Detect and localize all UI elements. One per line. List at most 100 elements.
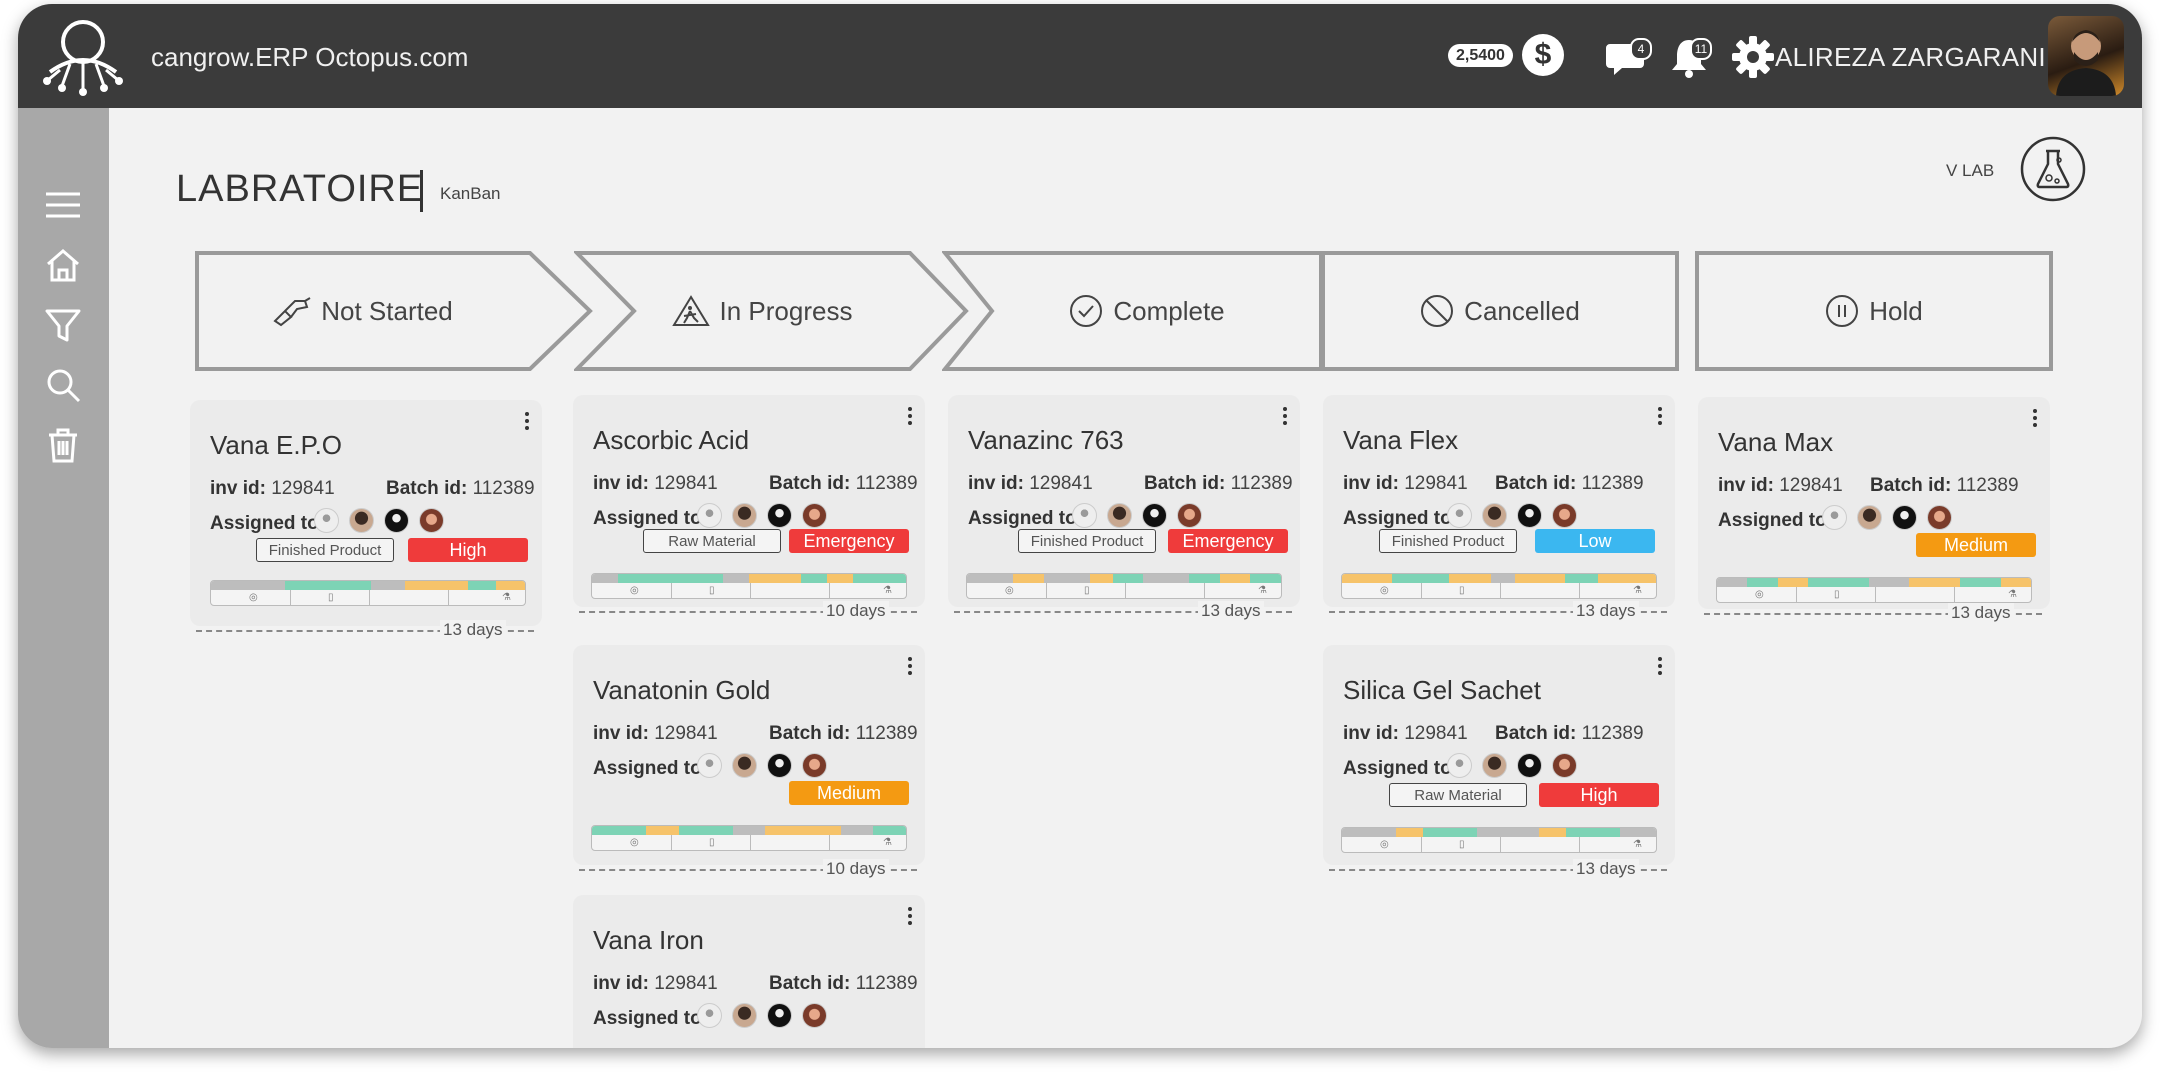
assignee-avatar[interactable] [802,753,827,778]
batch-id-label: Batch id: [1495,723,1577,744]
stage-progress-bar[interactable]: ◎ ▯ ⚗ [591,825,907,851]
assigned-label: Assigned to: [1718,510,1834,531]
inv-id-label: inv id: [210,478,266,499]
stage-progress-bar[interactable]: ◎ ▯ ⚗ [1716,577,2032,603]
search-icon[interactable] [42,364,84,406]
assignee-avatar[interactable] [1892,505,1917,530]
stage-progress-bar[interactable]: ◎ ▯ ⚗ [591,573,907,599]
assignee-avatar[interactable] [767,753,792,778]
stage-marker-icon: ▯ [709,585,715,596]
assignee-avatar[interactable] [419,508,444,533]
dollar-icon[interactable]: $ [1522,34,1564,76]
assignee-avatar[interactable] [1482,503,1507,528]
card-menu-icon[interactable] [1282,407,1288,429]
assignee-avatar[interactable] [384,508,409,533]
assignee-avatar[interactable] [802,503,827,528]
assignee-avatar[interactable] [697,753,722,778]
priority-tag[interactable]: High [408,538,528,562]
assignee-avatar[interactable] [802,1003,827,1028]
assignee-avatar[interactable] [1927,505,1952,530]
column-header-cancelled[interactable]: Cancelled [1320,250,1680,372]
assignee-avatar[interactable] [1447,503,1472,528]
stage-marker-icon: ▯ [709,837,715,848]
assignee-avatar[interactable] [1447,753,1472,778]
assignee-avatar[interactable] [1072,503,1097,528]
card-menu-icon[interactable] [524,412,530,434]
octopus-logo-icon[interactable] [40,14,126,100]
assignee-avatar[interactable] [697,1003,722,1028]
type-tag[interactable]: Raw Material [643,529,781,553]
assignee-avatar[interactable] [314,508,339,533]
column-header-not-started[interactable]: Not Started [194,250,594,372]
flask-icon[interactable] [2020,136,2086,202]
assignee-avatar[interactable] [1482,753,1507,778]
assignee-avatar[interactable] [1857,505,1882,530]
trash-icon[interactable] [42,424,84,466]
stage-progress-bar[interactable]: ◎ ▯ ⚗ [966,573,1282,599]
priority-tag[interactable]: Emergency [789,529,909,553]
card-menu-icon[interactable] [1657,407,1663,429]
kanban-card[interactable]: Ascorbic Acid inv id: 129841 Batch id: 112… [573,395,925,607]
inv-id-value: 129841 [271,478,335,499]
assignee-avatar[interactable] [767,503,792,528]
inv-id-label: inv id: [593,973,649,994]
stage-progress-bar[interactable]: ◎ ▯ ⚗ [210,580,526,606]
assignee-avatar[interactable] [1552,753,1577,778]
kanban-card[interactable]: Vana E.P.O inv id: 129841 Batch id: 112389… [190,400,542,626]
assignee-avatar[interactable] [349,508,374,533]
priority-tag[interactable]: Emergency [1168,529,1288,553]
assignee-avatar[interactable] [1552,503,1577,528]
user-name[interactable]: ALIREZA ZARGARANI [1775,42,2046,73]
kanban-card[interactable]: Vanazinc 763 inv id: 129841 Batch id: 1123… [948,395,1300,607]
column-header-complete[interactable]: Complete [942,250,1326,372]
assignee-avatar[interactable] [732,503,757,528]
inv-id: inv id: 129841 [593,473,718,495]
kanban-card[interactable]: Vana Iron inv id: 129841 Batch id: 112389 A… [573,895,925,1048]
home-icon[interactable] [42,244,84,286]
card-menu-icon[interactable] [907,907,913,929]
cancel-icon [1421,295,1454,327]
type-tag[interactable]: Raw Material [1389,783,1527,807]
priority-tag[interactable]: High [1539,783,1659,807]
kanban-card[interactable]: Vana Flex inv id: 129841 Batch id: 112389 A… [1323,395,1675,607]
stage-marker-icon: ⚗ [883,837,892,848]
filter-icon[interactable] [42,304,84,346]
stage-marker-icon: ▯ [328,592,334,603]
assignee-avatar[interactable] [767,1003,792,1028]
priority-tag[interactable]: Low [1535,529,1655,553]
card-title: Vanazinc 763 [968,425,1124,455]
user-avatar[interactable] [2048,16,2124,96]
menu-icon[interactable] [42,184,84,226]
card-menu-icon[interactable] [2032,409,2038,431]
assignee-avatar[interactable] [1517,503,1542,528]
assignee-avatar[interactable] [732,1003,757,1028]
column-header-in-progress[interactable]: In Progress [574,250,970,372]
gear-icon[interactable] [1730,34,1776,80]
lab-label: V LAB [1946,161,1995,180]
kanban-card[interactable]: Vana Max inv id: 129841 Batch id: 112389 As… [1698,397,2050,609]
card-menu-icon[interactable] [907,407,913,429]
assigned-label: Assigned to: [1343,508,1459,529]
assigned-label: Assigned to: [593,508,709,529]
priority-tag[interactable]: Medium [1916,533,2036,557]
kanban-card[interactable]: Silica Gel Sachet inv id: 129841 Batch id:… [1323,645,1675,865]
assignee-avatar[interactable] [1517,753,1542,778]
stage-progress-bar[interactable]: ◎ ▯ ⚗ [1341,827,1657,853]
type-tag[interactable]: Finished Product [1379,529,1517,553]
assignee-avatar[interactable] [1107,503,1132,528]
assignee-avatar[interactable] [732,753,757,778]
type-tag[interactable]: Finished Product [256,538,394,562]
assignee-avatar[interactable] [1822,505,1847,530]
card-title: Vana E.P.O [210,430,343,460]
priority-tag[interactable]: Medium [789,781,909,805]
type-tag[interactable]: Finished Product [1018,529,1156,553]
stage-progress-bar[interactable]: ◎ ▯ ⚗ [1341,573,1657,599]
balance-amount: 2,5400 [1448,44,1513,67]
assignee-avatar[interactable] [1142,503,1167,528]
card-menu-icon[interactable] [1657,657,1663,679]
assignee-avatar[interactable] [697,503,722,528]
column-header-hold[interactable]: Hold [1694,250,2054,372]
assignee-avatar[interactable] [1177,503,1202,528]
kanban-card[interactable]: Vanatonin Gold inv id: 129841 Batch id: 11… [573,645,925,865]
card-menu-icon[interactable] [907,657,913,679]
